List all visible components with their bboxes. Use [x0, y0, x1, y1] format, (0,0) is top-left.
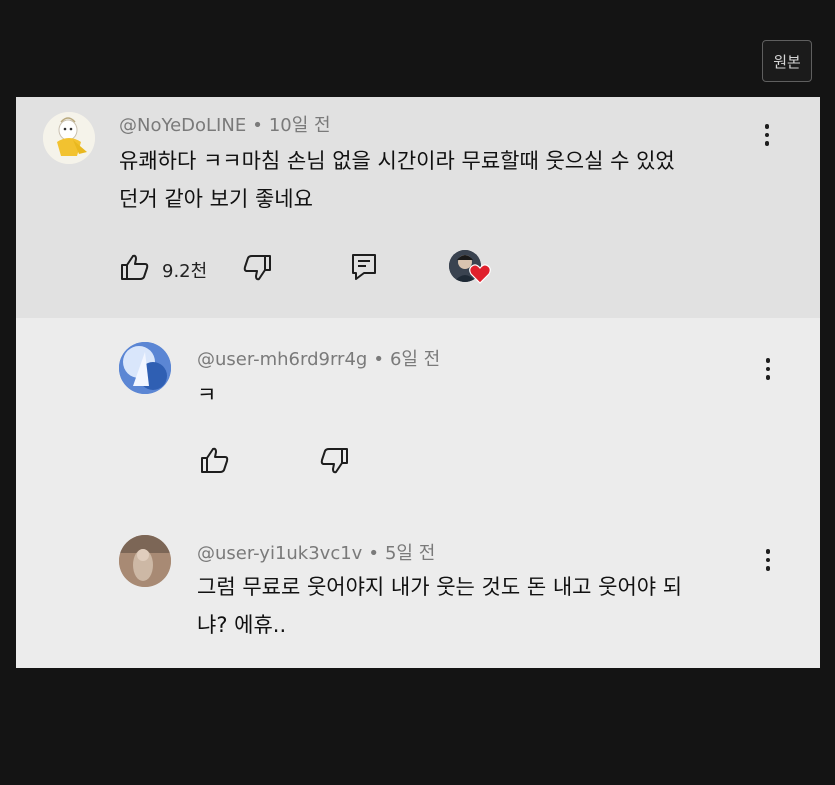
reply-time: 5일 전 [384, 543, 436, 564]
reply-text-line: 그럼 무료로 웃어야지 내가 웃는 것도 돈 내고 웃어야 되 [197, 575, 683, 599]
comment-text: 유쾌하다 ㅋㅋ마침 손님 없을 시간이라 무료할때 웃으실 수 있었 던거 같아… [119, 142, 675, 218]
reply-meta: @user-mh6rd9rr4g • 6일 전 [197, 345, 440, 371]
comment-handle[interactable]: @NoYeDoLINE [119, 115, 246, 136]
separator-dot: • [252, 115, 263, 136]
avatar[interactable] [119, 535, 171, 587]
comment-time: 10일 전 [268, 115, 331, 136]
reply-text-line: 냐? 에휴.. [197, 613, 287, 637]
reply-time: 6일 전 [389, 349, 441, 370]
like-icon[interactable] [200, 446, 230, 474]
more-vert-icon[interactable] [763, 124, 771, 146]
avatar[interactable] [119, 342, 171, 394]
reply-icon[interactable] [351, 253, 377, 281]
reply-text-line: ㅋ [197, 383, 217, 407]
original-button[interactable]: 원본 [762, 40, 812, 82]
more-vert-icon[interactable] [764, 358, 772, 380]
avatar-image [119, 535, 171, 587]
avatar-illustration [43, 112, 95, 164]
reply-meta: @user-yi1uk3vc1v • 5일 전 [197, 539, 435, 565]
separator-dot: • [368, 543, 379, 564]
like-icon[interactable] [120, 253, 150, 281]
more-vert-icon[interactable] [764, 549, 772, 571]
separator-dot: • [373, 349, 384, 370]
reply-handle[interactable]: @user-mh6rd9rr4g [197, 349, 367, 370]
comment-text-line: 던거 같아 보기 좋네요 [119, 187, 313, 211]
dislike-icon[interactable] [319, 447, 349, 475]
avatar-image [119, 342, 171, 394]
comments-panel: @NoYeDoLINE • 10일 전 유쾌하다 ㅋㅋ마침 손님 없을 시간이라 무… [16, 97, 820, 668]
top-comment: @NoYeDoLINE • 10일 전 유쾌하다 ㅋㅋ마침 손님 없을 시간이라 무… [16, 97, 820, 318]
dislike-icon[interactable] [242, 254, 272, 282]
comment-text-line: 유쾌하다 ㅋㅋ마침 손님 없을 시간이라 무료할때 웃으실 수 있었 [119, 149, 675, 173]
heart-icon [469, 264, 491, 284]
reply-handle[interactable]: @user-yi1uk3vc1v [197, 543, 362, 564]
like-count: 9.2천 [162, 261, 208, 282]
avatar[interactable] [43, 112, 95, 164]
comment-meta: @NoYeDoLINE • 10일 전 [119, 111, 331, 137]
reply-text: 그럼 무료로 웃어야지 내가 웃는 것도 돈 내고 웃어야 되 냐? 에휴.. [197, 568, 682, 644]
reply-text: ㅋ [197, 376, 216, 414]
creator-heart [449, 250, 495, 290]
